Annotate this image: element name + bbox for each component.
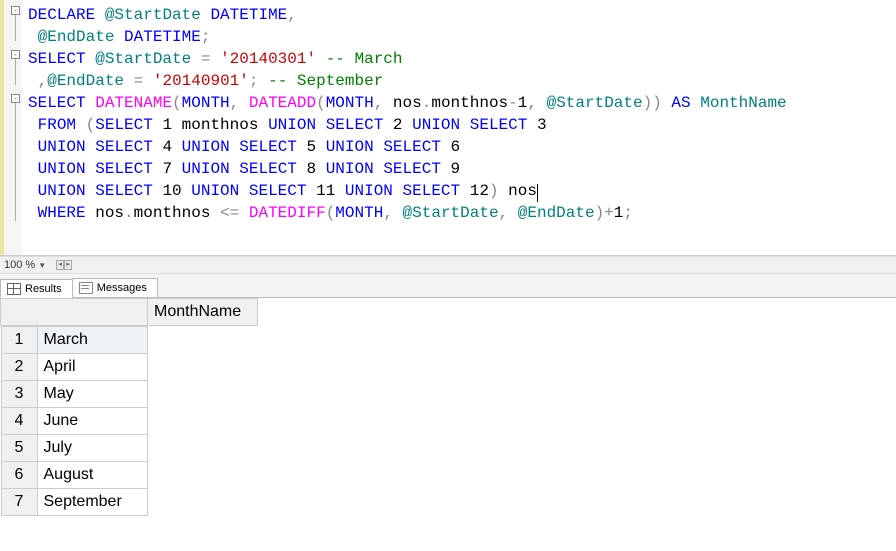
cell-monthname[interactable]: March <box>37 327 147 354</box>
row-number[interactable]: 4 <box>1 408 37 435</box>
code-gutter: - - - <box>0 0 22 255</box>
row-number[interactable]: 5 <box>1 435 37 462</box>
row-number[interactable]: 1 <box>1 327 37 354</box>
results-tab-bar: Results Messages <box>0 274 896 298</box>
cell-monthname[interactable]: May <box>37 381 147 408</box>
messages-icon <box>79 282 93 294</box>
row-number[interactable]: 2 <box>1 354 37 381</box>
row-number[interactable]: 3 <box>1 381 37 408</box>
column-header[interactable]: MonthName <box>148 299 258 326</box>
tab-label: Results <box>25 283 62 295</box>
zoom-level[interactable]: 100 % <box>4 259 35 271</box>
fold-toggle[interactable]: - <box>11 50 20 59</box>
cell-monthname[interactable]: September <box>37 489 147 516</box>
table-row[interactable]: 6August <box>1 462 147 489</box>
table-row[interactable]: 5July <box>1 435 147 462</box>
fold-toggle[interactable]: - <box>11 94 20 103</box>
results-grid[interactable]: MonthName 1March2April3May4June5July6Aug… <box>0 298 258 516</box>
tab-results[interactable]: Results <box>0 279 73 298</box>
chevron-down-icon[interactable]: ▼ <box>38 261 46 270</box>
table-row[interactable]: 3May <box>1 381 147 408</box>
table-row[interactable]: 7September <box>1 489 147 516</box>
cell-monthname[interactable]: August <box>37 462 147 489</box>
row-number[interactable]: 6 <box>1 462 37 489</box>
tab-messages[interactable]: Messages <box>72 278 158 297</box>
fold-toggle[interactable]: - <box>11 6 20 15</box>
tab-label: Messages <box>97 282 147 294</box>
table-row[interactable]: 1March <box>1 327 147 354</box>
cell-monthname[interactable]: April <box>37 354 147 381</box>
sql-code-editor[interactable]: DECLARE @StartDate DATETIME, @EndDate DA… <box>22 0 896 255</box>
zoom-scroll-icons[interactable]: ◂▸ <box>56 260 74 270</box>
zoom-bar: 100 % ▼ ◂▸ <box>0 256 896 274</box>
row-number[interactable]: 7 <box>1 489 37 516</box>
sql-editor-pane: - - - DECLARE @StartDate DATETIME, @EndD… <box>0 0 896 256</box>
table-row[interactable]: 2April <box>1 354 147 381</box>
cell-monthname[interactable]: July <box>37 435 147 462</box>
cell-monthname[interactable]: June <box>37 408 147 435</box>
row-header-corner[interactable] <box>1 299 148 326</box>
grid-icon <box>7 283 21 295</box>
table-row[interactable]: 4June <box>1 408 147 435</box>
